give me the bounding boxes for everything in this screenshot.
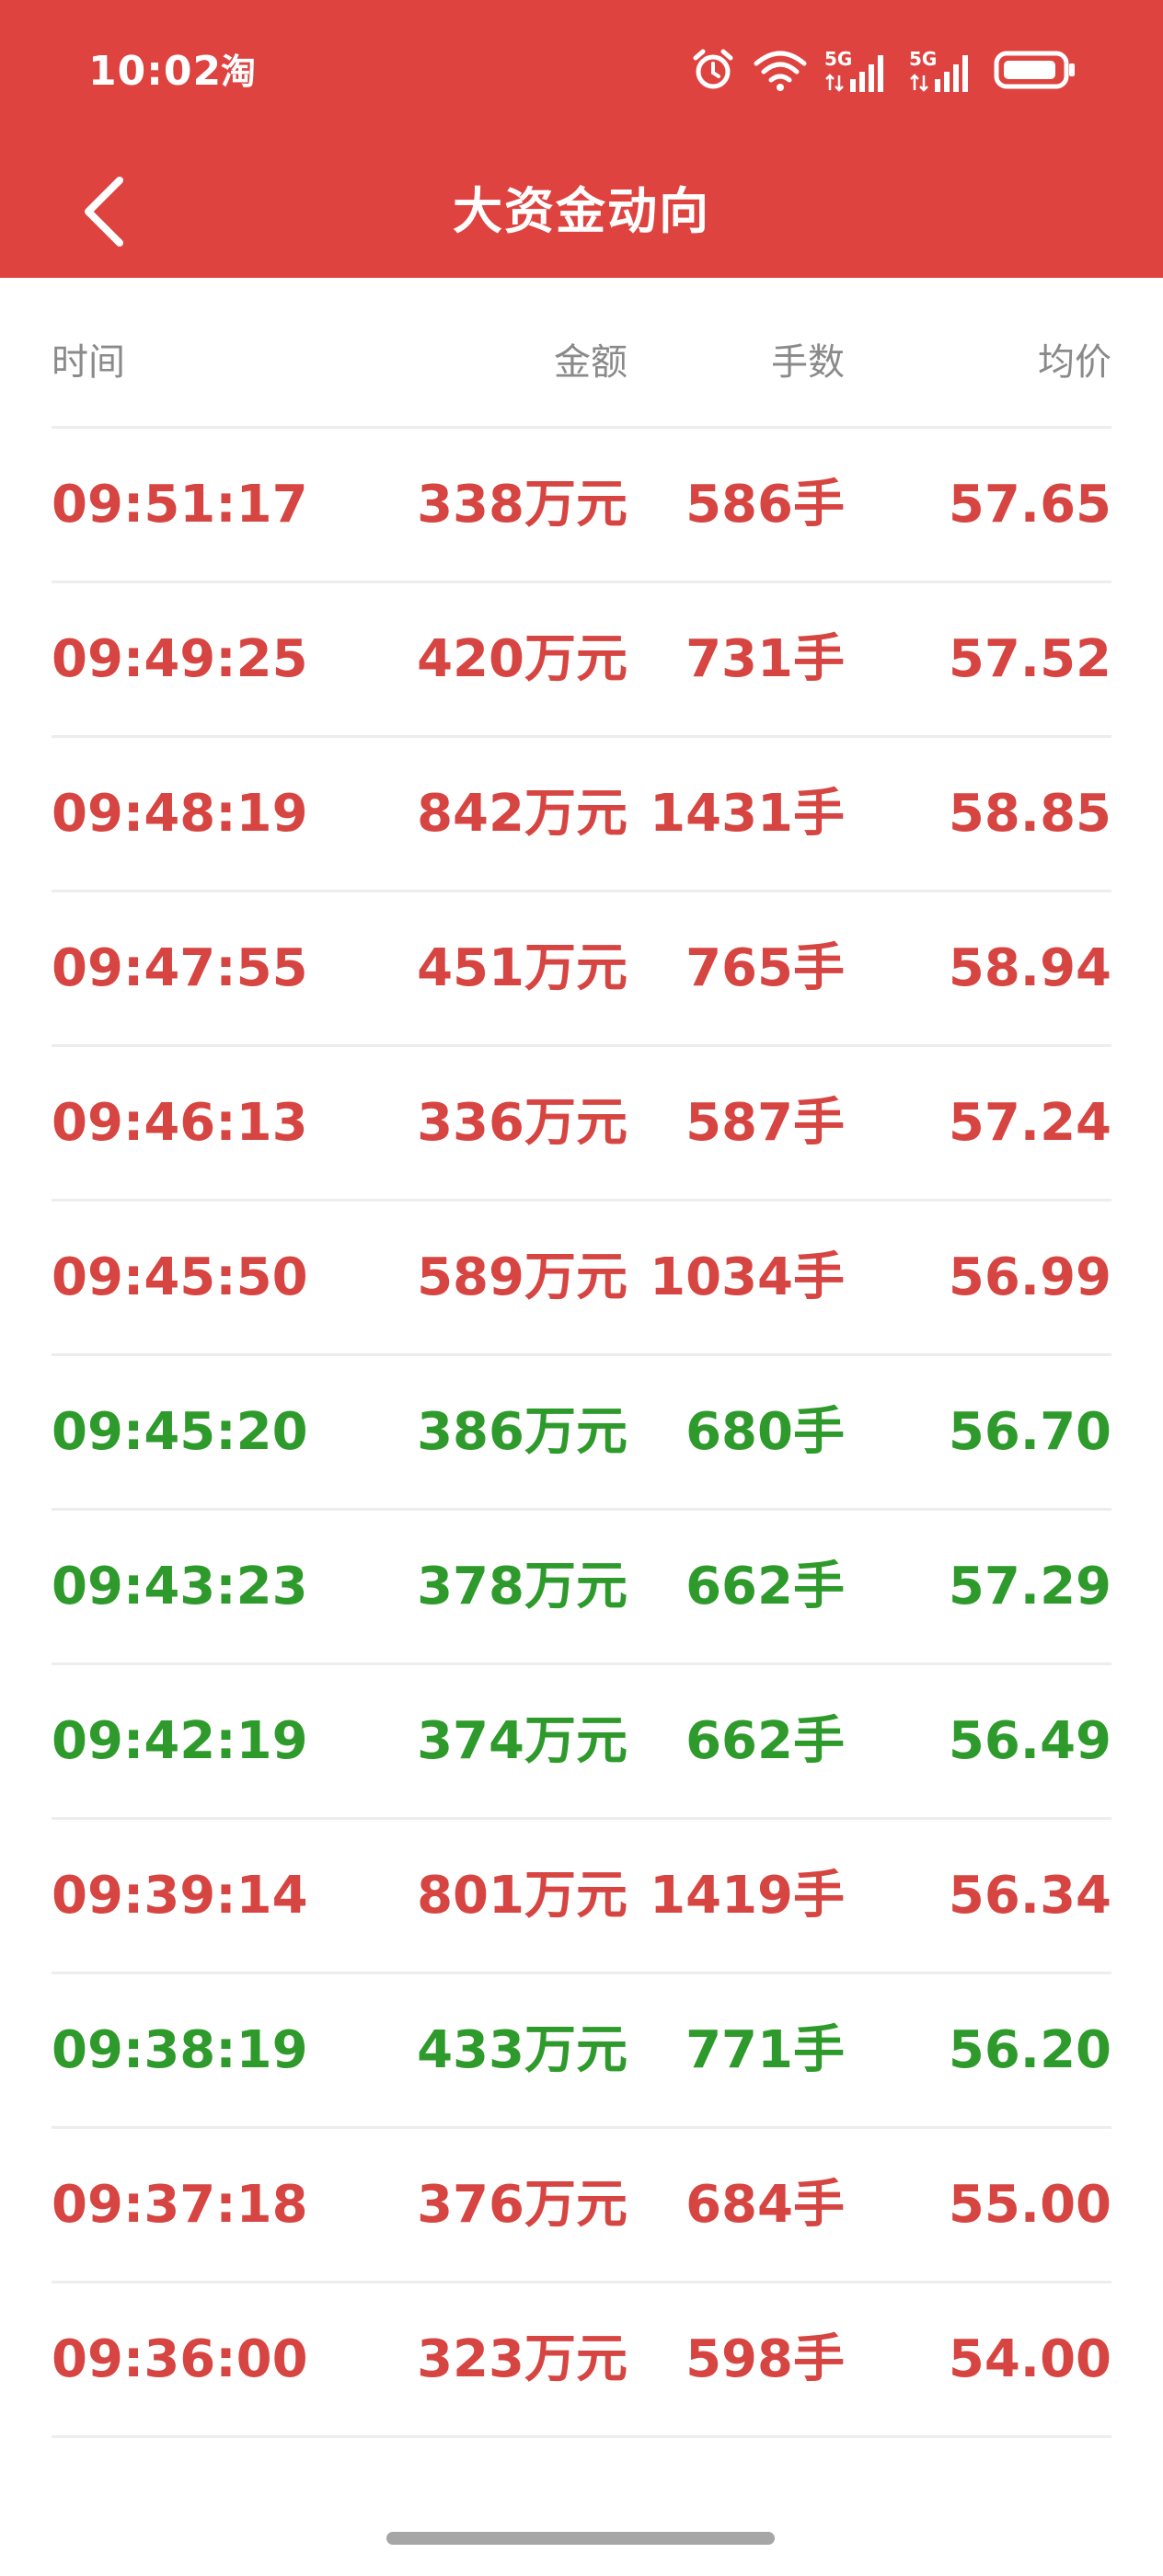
cell-amount: 338万元 xyxy=(417,475,628,535)
cell-time: 09:43:23 xyxy=(52,1557,308,1616)
cell-amount: 336万元 xyxy=(417,1093,628,1153)
table-row[interactable]: 09:36:00 323万元 598手 54.00 xyxy=(52,2283,1111,2438)
cell-time: 09:49:25 xyxy=(52,629,308,689)
cell-avg-price: 58.94 xyxy=(948,938,1111,998)
cell-lots: 662手 xyxy=(685,1557,845,1616)
cell-time: 09:46:13 xyxy=(52,1093,308,1153)
app-header: 10:02 淘 5G 5G 大资金动向 xyxy=(0,0,1163,278)
home-indicator-bar[interactable] xyxy=(386,2532,775,2545)
cell-amount: 376万元 xyxy=(417,2175,628,2235)
table-row[interactable]: 09:49:25 420万元 731手 57.52 xyxy=(52,583,1111,738)
table-row[interactable]: 09:46:13 336万元 587手 57.24 xyxy=(52,1047,1111,1202)
cell-time: 09:37:18 xyxy=(52,2175,308,2235)
cellular-signal-1-icon: 5G xyxy=(824,48,892,96)
table-header: 时间 金额 手数 均价 xyxy=(52,278,1111,429)
navigation-bar: 大资金动向 xyxy=(0,147,1163,278)
status-bar: 10:02 淘 5G 5G xyxy=(0,0,1163,147)
table-row[interactable]: 09:37:18 376万元 684手 55.00 xyxy=(52,2129,1111,2283)
cell-amount: 433万元 xyxy=(417,2020,628,2080)
cell-amount: 374万元 xyxy=(417,1711,628,1771)
table-row[interactable]: 09:51:17 338万元 586手 57.65 xyxy=(52,429,1111,583)
table-row[interactable]: 09:47:55 451万元 765手 58.94 xyxy=(52,892,1111,1047)
cell-avg-price: 54.00 xyxy=(948,2329,1111,2389)
cell-amount: 378万元 xyxy=(417,1557,628,1616)
cell-lots: 586手 xyxy=(685,475,845,535)
cell-time: 09:42:19 xyxy=(52,1711,308,1771)
cell-time: 09:47:55 xyxy=(52,938,308,998)
taobao-notification-icon: 淘 xyxy=(221,52,257,92)
battery-icon xyxy=(994,50,1077,94)
cell-avg-price: 58.85 xyxy=(948,784,1111,844)
cell-time: 09:36:00 xyxy=(52,2329,308,2389)
cell-amount: 323万元 xyxy=(417,2329,628,2389)
cell-amount: 451万元 xyxy=(417,938,628,998)
cell-lots: 662手 xyxy=(685,1711,845,1771)
table-row[interactable]: 09:45:20 386万元 680手 56.70 xyxy=(52,1356,1111,1511)
cell-avg-price: 57.24 xyxy=(948,1093,1111,1153)
cell-time: 09:48:19 xyxy=(52,784,308,844)
page-title: 大资金动向 xyxy=(453,182,710,240)
cell-avg-price: 56.70 xyxy=(948,1402,1111,1462)
cell-lots: 765手 xyxy=(685,938,845,998)
cell-avg-price: 55.00 xyxy=(948,2175,1111,2235)
table-row[interactable]: 09:38:19 433万元 771手 56.20 xyxy=(52,1974,1111,2129)
big-money-table: 时间 金额 手数 均价 09:51:17 338万元 586手 57.65 09… xyxy=(52,278,1111,2438)
cell-amount: 386万元 xyxy=(417,1402,628,1462)
cell-amount: 589万元 xyxy=(417,1248,628,1307)
cell-time: 09:45:20 xyxy=(52,1402,308,1462)
table-row[interactable]: 09:43:23 378万元 662手 57.29 xyxy=(52,1511,1111,1665)
table-body: 09:51:17 338万元 586手 57.65 09:49:25 420万元… xyxy=(52,429,1111,2438)
cell-lots: 1034手 xyxy=(650,1248,845,1307)
wifi-icon xyxy=(753,47,808,97)
column-header-avg-price: 均价 xyxy=(1038,341,1111,384)
column-header-lots: 手数 xyxy=(771,341,845,384)
status-time: 10:02 xyxy=(88,48,223,95)
cell-lots: 1419手 xyxy=(650,1866,845,1926)
cell-amount: 801万元 xyxy=(417,1866,628,1926)
cell-time: 09:51:17 xyxy=(52,475,308,535)
cell-time: 09:39:14 xyxy=(52,1866,308,1926)
cell-amount: 842万元 xyxy=(417,784,628,844)
cell-lots: 598手 xyxy=(685,2329,845,2389)
cell-lots: 1431手 xyxy=(650,784,845,844)
cell-time: 09:38:19 xyxy=(52,2020,308,2080)
cell-avg-price: 57.65 xyxy=(948,475,1111,535)
cell-lots: 684手 xyxy=(685,2175,845,2235)
cell-avg-price: 56.99 xyxy=(948,1248,1111,1307)
column-header-time: 时间 xyxy=(52,341,125,384)
cell-lots: 587手 xyxy=(685,1093,845,1153)
cell-amount: 420万元 xyxy=(417,629,628,689)
status-icons: 5G 5G xyxy=(690,46,1077,98)
cellular-signal-2-icon: 5G xyxy=(909,48,977,96)
cell-lots: 771手 xyxy=(685,2020,845,2080)
alarm-clock-icon xyxy=(690,47,736,97)
cell-lots: 680手 xyxy=(685,1402,845,1462)
table-row[interactable]: 09:42:19 374万元 662手 56.49 xyxy=(52,1665,1111,1820)
table-row[interactable]: 09:39:14 801万元 1419手 56.34 xyxy=(52,1820,1111,1974)
cell-avg-price: 56.20 xyxy=(948,2020,1111,2080)
column-header-amount: 金额 xyxy=(554,341,628,384)
cell-avg-price: 57.52 xyxy=(948,629,1111,689)
table-row[interactable]: 09:45:50 589万元 1034手 56.99 xyxy=(52,1202,1111,1356)
cell-time: 09:45:50 xyxy=(52,1248,308,1307)
cell-avg-price: 57.29 xyxy=(948,1557,1111,1616)
table-row[interactable]: 09:48:19 842万元 1431手 58.85 xyxy=(52,738,1111,892)
cell-lots: 731手 xyxy=(685,629,845,689)
cell-avg-price: 56.34 xyxy=(948,1866,1111,1926)
cell-avg-price: 56.49 xyxy=(948,1711,1111,1771)
